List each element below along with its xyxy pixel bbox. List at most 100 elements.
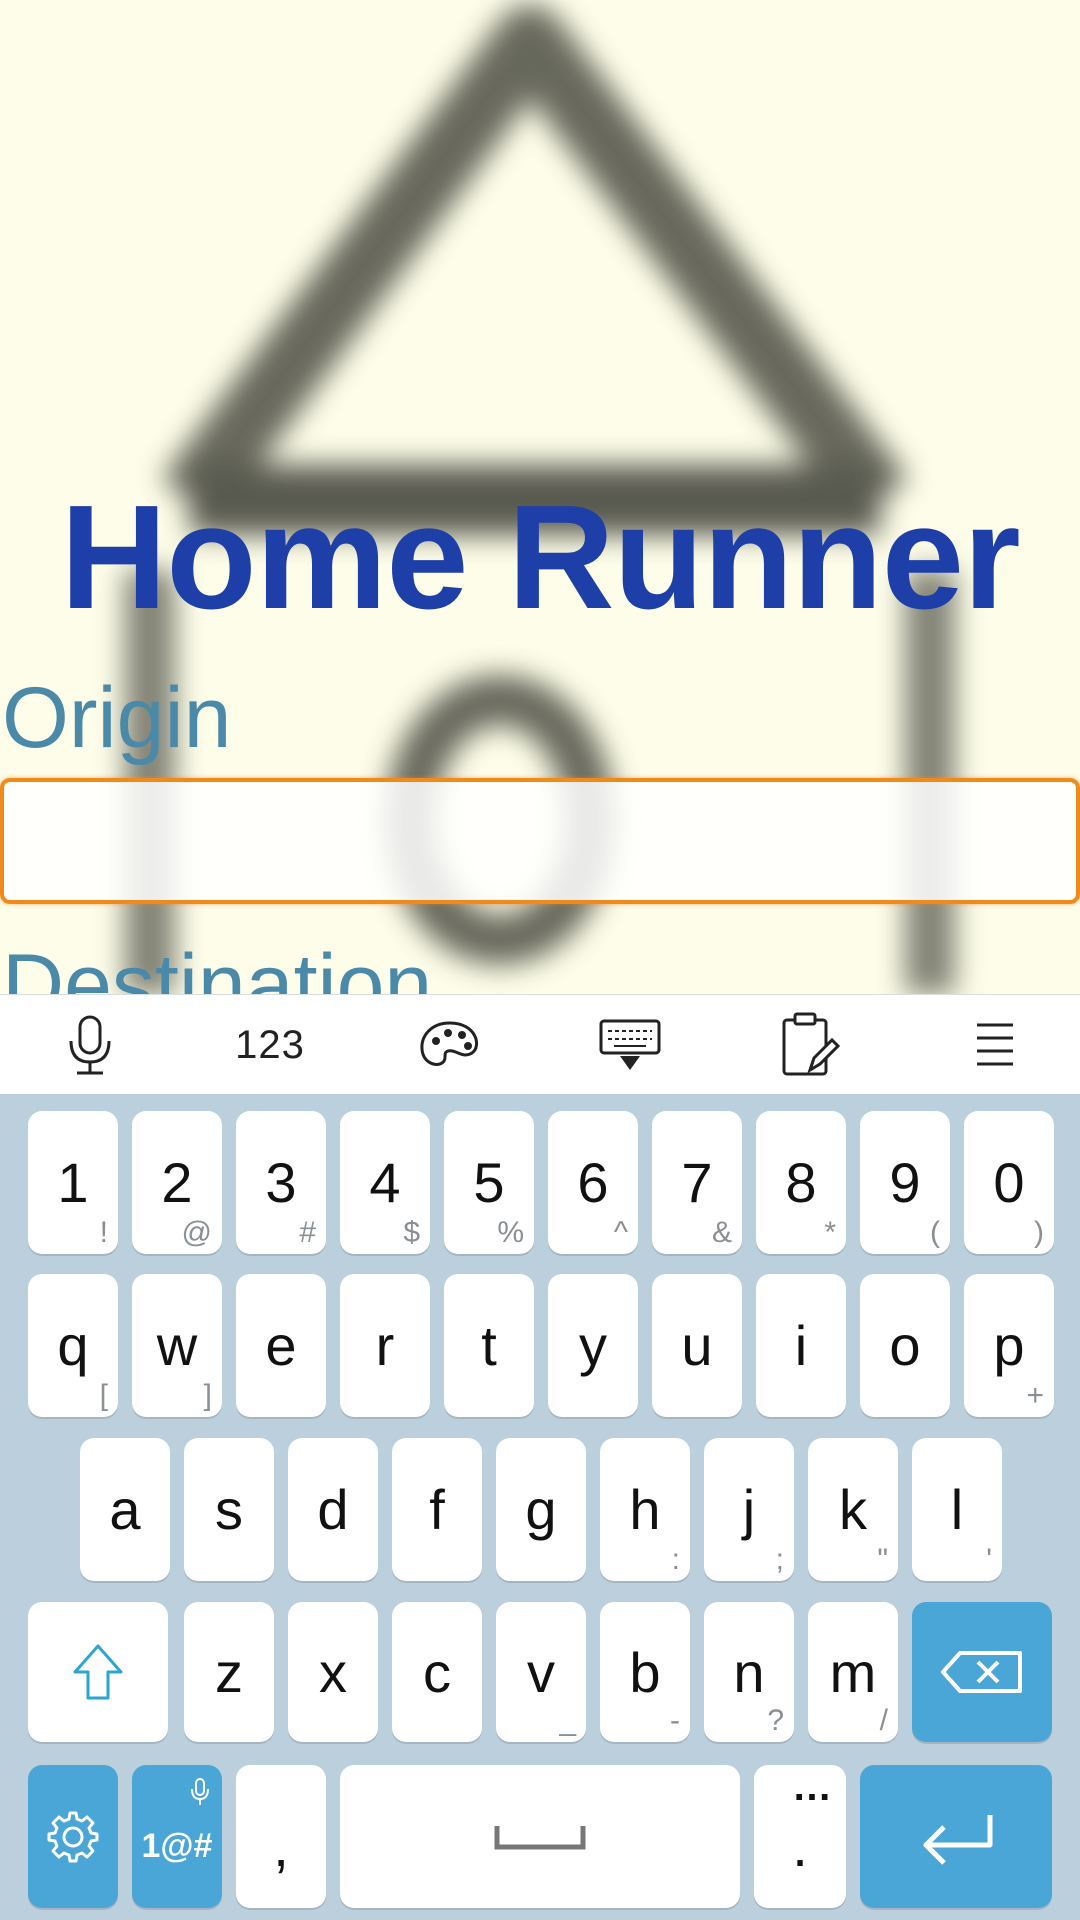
letter-key-c[interactable]: c xyxy=(392,1602,482,1742)
key-secondary-label: ( xyxy=(930,1216,940,1249)
numeric-mode-button[interactable]: 123 xyxy=(210,995,330,1095)
menu-icon xyxy=(977,1023,1013,1066)
comma-key[interactable]: , xyxy=(236,1765,326,1908)
space-bar-icon xyxy=(494,1825,586,1849)
key-secondary-label: ' xyxy=(986,1543,992,1576)
hide-keyboard-button[interactable] xyxy=(570,995,690,1095)
letter-key-n[interactable]: n? xyxy=(704,1602,794,1742)
key-secondary-label: % xyxy=(497,1216,524,1249)
key-secondary-label: ] xyxy=(203,1379,212,1412)
key-label: g xyxy=(525,1478,557,1541)
key-secondary-label: _ xyxy=(559,1704,576,1737)
key-secondary-label: ^ xyxy=(613,1216,628,1249)
key-label: o xyxy=(889,1314,921,1377)
number-key-8[interactable]: 8 * xyxy=(756,1111,846,1254)
letter-key-g[interactable]: g xyxy=(496,1438,586,1581)
letter-key-s[interactable]: s xyxy=(184,1438,274,1581)
app-screen: Home Runner Origin Destination xyxy=(0,0,1080,994)
keyboard-toolbar: 123 xyxy=(0,994,1080,1095)
letter-key-p[interactable]: p + xyxy=(964,1274,1054,1417)
period-key-label: . xyxy=(792,1815,808,1878)
letter-key-j[interactable]: j; xyxy=(704,1438,794,1581)
key-label: d xyxy=(317,1478,349,1541)
backspace-key[interactable] xyxy=(912,1602,1052,1742)
key-label: t xyxy=(481,1314,497,1377)
app-title: Home Runner xyxy=(60,475,1020,640)
key-label: a xyxy=(109,1478,141,1541)
number-key-0[interactable]: 0) xyxy=(964,1111,1054,1254)
key-secondary-label: / xyxy=(879,1704,888,1737)
key-secondary-label: & xyxy=(711,1216,732,1249)
letter-key-b[interactable]: b- xyxy=(600,1602,690,1742)
theme-button[interactable] xyxy=(390,995,510,1095)
microphone-button[interactable] xyxy=(30,995,150,1095)
key-label: y xyxy=(579,1314,607,1377)
number-key-7[interactable]: 7 & xyxy=(652,1111,742,1254)
number-key-4[interactable]: 4 $ xyxy=(340,1111,430,1254)
key-label: f xyxy=(429,1478,445,1541)
letter-key-r[interactable]: r xyxy=(340,1274,430,1417)
key-secondary-label: ) xyxy=(1034,1216,1044,1249)
enter-key[interactable] xyxy=(860,1765,1052,1908)
key-label: e xyxy=(265,1314,297,1377)
letter-key-t[interactable]: t xyxy=(444,1274,534,1417)
symbols-key[interactable]: 1@# xyxy=(132,1765,222,1908)
key-label: r xyxy=(375,1314,395,1377)
key-secondary-label: ? xyxy=(767,1704,784,1737)
letter-key-k[interactable]: k " xyxy=(808,1438,898,1581)
hide-keyboard-icon xyxy=(599,1019,661,1070)
menu-button[interactable] xyxy=(935,995,1055,1095)
key-secondary-label: + xyxy=(1026,1379,1044,1412)
shift-arrow-icon xyxy=(73,1644,123,1700)
key-secondary-label: @ xyxy=(181,1216,212,1249)
number-key-3[interactable]: 3 # xyxy=(236,1111,326,1254)
key-secondary-label: " xyxy=(877,1543,888,1576)
enter-arrow-icon xyxy=(923,1814,993,1865)
key-secondary-label: : xyxy=(671,1543,680,1576)
number-key-6[interactable]: 6 ^ xyxy=(548,1111,638,1254)
key-label: u xyxy=(681,1314,713,1377)
letter-key-d[interactable]: d xyxy=(288,1438,378,1581)
palette-icon xyxy=(420,1021,478,1066)
letter-key-m[interactable]: m / xyxy=(808,1602,898,1742)
letter-key-q[interactable]: q[ xyxy=(28,1274,118,1417)
letter-key-o[interactable]: o xyxy=(860,1274,950,1417)
symbols-key-label: 1@# xyxy=(141,1827,213,1865)
letter-key-v[interactable]: v _ xyxy=(496,1602,586,1742)
destination-label: Destination xyxy=(2,937,433,994)
letter-key-u[interactable]: u xyxy=(652,1274,742,1417)
gear-icon xyxy=(47,1811,99,1862)
key-secondary-label: # xyxy=(299,1216,316,1249)
backspace-icon xyxy=(941,1651,1022,1693)
key-label: s xyxy=(215,1478,243,1541)
clipboard-button[interactable] xyxy=(750,995,870,1095)
letter-key-e[interactable]: e xyxy=(236,1274,326,1417)
numeric-mode-label: 123 xyxy=(235,1022,305,1067)
letter-key-y[interactable]: y xyxy=(548,1274,638,1417)
space-key[interactable] xyxy=(340,1765,740,1908)
key-label: x xyxy=(319,1640,347,1704)
letter-key-z[interactable]: z xyxy=(184,1602,274,1742)
origin-input[interactable] xyxy=(0,778,1080,904)
number-key-9[interactable]: 9( xyxy=(860,1111,950,1254)
number-key-2[interactable]: 2 @ xyxy=(132,1111,222,1254)
shift-key[interactable] xyxy=(28,1602,168,1742)
letter-key-h[interactable]: h: xyxy=(600,1438,690,1581)
microphone-icon xyxy=(69,1015,111,1075)
letter-key-i[interactable]: i xyxy=(756,1274,846,1417)
letter-key-w[interactable]: w] xyxy=(132,1274,222,1417)
letter-key-x[interactable]: x xyxy=(288,1602,378,1742)
key-secondary-label: [ xyxy=(99,1379,108,1412)
key-secondary-label: - xyxy=(670,1704,680,1737)
settings-key[interactable] xyxy=(28,1765,118,1908)
clipboard-edit-icon xyxy=(782,1012,840,1076)
period-key[interactable]: … . xyxy=(754,1765,846,1908)
number-key-5[interactable]: 5% xyxy=(444,1111,534,1254)
key-label: i xyxy=(794,1314,808,1377)
letter-key-l[interactable]: l ' xyxy=(912,1438,1002,1581)
letter-key-f[interactable]: f xyxy=(392,1438,482,1581)
key-secondary-label: ! xyxy=(99,1216,108,1249)
key-label: c xyxy=(423,1640,451,1704)
letter-key-a[interactable]: a xyxy=(80,1438,170,1581)
number-key-1[interactable]: 1! xyxy=(28,1111,118,1254)
